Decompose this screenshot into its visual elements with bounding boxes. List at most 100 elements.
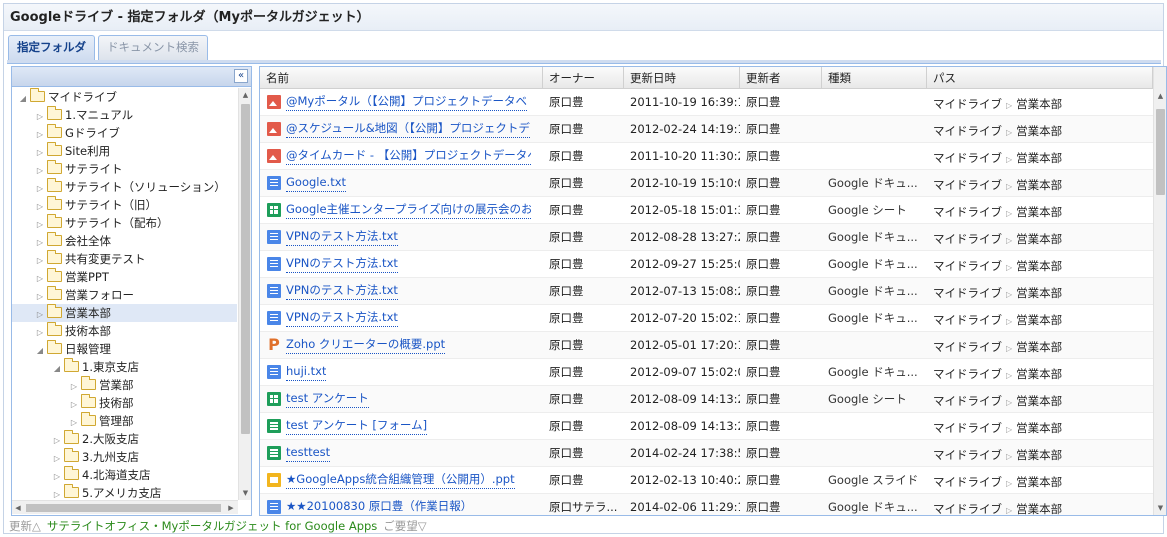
file-link[interactable]: testtest bbox=[286, 443, 331, 462]
scroll-left-arrow-icon[interactable]: ◀ bbox=[12, 501, 24, 515]
tab-folder[interactable]: 指定フォルダ bbox=[8, 35, 95, 60]
column-header-kind[interactable]: 種類 bbox=[822, 67, 927, 89]
path-folder[interactable]: 営業本部 bbox=[1016, 151, 1062, 165]
tree-hscroll-thumb[interactable] bbox=[26, 504, 221, 512]
tab-document-search[interactable]: ドキュメント検索 bbox=[98, 35, 208, 60]
tree-item[interactable]: ▷ 技術本部 bbox=[12, 322, 237, 340]
path-folder[interactable]: 営業本部 bbox=[1016, 502, 1062, 515]
path-folder[interactable]: 営業本部 bbox=[1016, 97, 1062, 111]
tree-scroll-thumb[interactable] bbox=[241, 104, 250, 434]
file-link[interactable]: huji.txt bbox=[286, 362, 327, 381]
table-row[interactable]: VPNのテスト方法.txt 原口豊 2012-09-27 15:25:08 原口豊 Go… bbox=[260, 251, 1153, 278]
file-link[interactable]: VPNのテスト方法.txt bbox=[286, 281, 398, 300]
path-folder[interactable]: 営業本部 bbox=[1016, 178, 1062, 192]
path-root[interactable]: マイドライブ bbox=[933, 124, 1002, 138]
table-row[interactable]: test アンケート 原口豊 2012-08-09 14:13:23 原口豊 Googl… bbox=[260, 386, 1153, 413]
path-root[interactable]: マイドライブ bbox=[933, 313, 1002, 327]
file-link[interactable]: Google.txt bbox=[286, 173, 347, 192]
path-folder[interactable]: 営業本部 bbox=[1016, 286, 1062, 300]
path-root[interactable]: マイドライブ bbox=[933, 502, 1002, 515]
table-row[interactable]: VPNのテスト方法.txt 原口豊 2012-07-13 15:08:29 原口豊 Go… bbox=[260, 278, 1153, 305]
file-link[interactable]: Google主催エンタープライズ向けの展示会のお bbox=[286, 200, 531, 219]
scroll-down-arrow-icon[interactable]: ▼ bbox=[239, 486, 251, 500]
tree-item[interactable]: ◢ マイドライブ bbox=[12, 88, 237, 106]
collapsed-arrow-icon[interactable]: ▷ bbox=[52, 486, 62, 500]
tree-item[interactable]: ▷ 営業本部 bbox=[12, 304, 237, 322]
path-folder[interactable]: 営業本部 bbox=[1016, 232, 1062, 246]
path-folder[interactable]: 営業本部 bbox=[1016, 313, 1062, 327]
path-folder[interactable]: 営業本部 bbox=[1016, 475, 1062, 489]
table-row[interactable]: @タイムカード - 【公開】プロジェクトデータベ 原口豊 2011-10-20 11… bbox=[260, 143, 1153, 170]
table-row[interactable]: @Myポータル（【公開】プロジェクトデータベ 原口豊 2011-10-19 16:3… bbox=[260, 89, 1153, 116]
table-row[interactable]: testtest 原口豊 2014-02-24 17:38:54 原口豊 マイドライブ ▷… bbox=[260, 440, 1153, 467]
table-row[interactable]: VPNのテスト方法.txt 原口豊 2012-08-28 13:27:23 原口豊 Go… bbox=[260, 224, 1153, 251]
tree-item[interactable]: ▷ 管理部 bbox=[12, 412, 237, 430]
file-link[interactable]: test アンケート bbox=[286, 389, 369, 408]
file-link[interactable]: ★★20100830 原口豊（作業日報） bbox=[286, 497, 472, 515]
tree-item[interactable]: ▷ 共有変更テスト bbox=[12, 250, 237, 268]
table-row[interactable]: huji.txt 原口豊 2012-09-07 15:02:08 原口豊 Google … bbox=[260, 359, 1153, 386]
path-folder[interactable]: 営業本部 bbox=[1016, 340, 1062, 354]
tree-vertical-scrollbar[interactable]: ▲ ▼ bbox=[238, 88, 251, 500]
path-root[interactable]: マイドライブ bbox=[933, 448, 1002, 462]
table-row[interactable]: test アンケート [フォーム] 原口豊 2012-08-09 14:13:23 原… bbox=[260, 413, 1153, 440]
tree-item[interactable]: ▷ 営業部 bbox=[12, 376, 237, 394]
tree-item[interactable]: ▷ 3.九州支店 bbox=[12, 448, 237, 466]
tree-item[interactable]: ▷ サテライト bbox=[12, 160, 237, 178]
path-root[interactable]: マイドライブ bbox=[933, 367, 1002, 381]
tree-item[interactable]: ◢ 日報管理 bbox=[12, 340, 237, 358]
table-row[interactable]: Google.txt 原口豊 2012-10-19 15:10:09 原口豊 Googl… bbox=[260, 170, 1153, 197]
tree-horizontal-scrollbar[interactable]: ◀ ▶ bbox=[12, 500, 238, 514]
tree-item[interactable]: ▷ 技術部 bbox=[12, 394, 237, 412]
tree-item[interactable]: ◢ 1.東京支店 bbox=[12, 358, 237, 376]
grid-scroll-thumb[interactable] bbox=[1156, 109, 1165, 195]
file-link[interactable]: VPNのテスト方法.txt bbox=[286, 227, 398, 246]
path-root[interactable]: マイドライブ bbox=[933, 232, 1002, 246]
column-header-updated[interactable]: 更新日時 bbox=[624, 67, 740, 89]
path-root[interactable]: マイドライブ bbox=[933, 475, 1002, 489]
path-folder[interactable]: 営業本部 bbox=[1016, 394, 1062, 408]
path-root[interactable]: マイドライブ bbox=[933, 394, 1002, 408]
file-link[interactable]: @スケジュール&地図（【公開】プロジェクトデ bbox=[286, 119, 530, 138]
tree-item[interactable]: ▷ 会社全体 bbox=[12, 232, 237, 250]
path-root[interactable]: マイドライブ bbox=[933, 205, 1002, 219]
path-folder[interactable]: 営業本部 bbox=[1016, 367, 1062, 381]
tree-item[interactable]: ▷ 営業PPT bbox=[12, 268, 237, 286]
scroll-up-arrow-icon[interactable]: ▲ bbox=[239, 88, 251, 102]
path-root[interactable]: マイドライブ bbox=[933, 286, 1002, 300]
file-link[interactable]: Zoho クリエーターの概要.ppt bbox=[286, 335, 446, 354]
table-row[interactable]: ★★20100830 原口豊（作業日報） 原口サテラ... 2014-02-06 1… bbox=[260, 494, 1153, 515]
scroll-up-arrow-icon[interactable]: ▲ bbox=[1154, 89, 1166, 103]
satellite-office-link[interactable]: サテライトオフィス・Myポータルガジェット for Google Apps bbox=[47, 519, 377, 533]
file-link[interactable]: VPNのテスト方法.txt bbox=[286, 254, 398, 273]
tree-item[interactable]: ▷ 4.北海道支店 bbox=[12, 466, 237, 484]
tree-item[interactable]: ▷ Gドライブ bbox=[12, 124, 237, 142]
path-root[interactable]: マイドライブ bbox=[933, 178, 1002, 192]
tree-item[interactable]: ▷ サテライト（旧） bbox=[12, 196, 237, 214]
tree-item[interactable]: ▷ サテライト（ソリューション） bbox=[12, 178, 237, 196]
tree-item[interactable]: ▷ 2.大阪支店 bbox=[12, 430, 237, 448]
path-root[interactable]: マイドライブ bbox=[933, 97, 1002, 111]
path-folder[interactable]: 営業本部 bbox=[1016, 421, 1062, 435]
column-header-path[interactable]: パス bbox=[927, 67, 1153, 89]
collapse-panel-button[interactable]: « bbox=[234, 69, 248, 83]
tree-item[interactable]: ▷ 1.マニュアル bbox=[12, 106, 237, 124]
column-header-updater[interactable]: 更新者 bbox=[740, 67, 822, 89]
table-row[interactable]: P Zoho クリエーターの概要.ppt 原口豊 2012-05-01 17:20:1… bbox=[260, 332, 1153, 359]
refresh-link[interactable]: 更新△ bbox=[9, 519, 41, 533]
path-root[interactable]: マイドライブ bbox=[933, 421, 1002, 435]
table-row[interactable]: VPNのテスト方法.txt 原口豊 2012-07-20 15:02:17 原口豊 Go… bbox=[260, 305, 1153, 332]
file-link[interactable]: ★GoogleApps統合組織管理（公開用）.ppt bbox=[286, 470, 515, 489]
request-link[interactable]: ご要望▽ bbox=[383, 519, 426, 533]
file-link[interactable]: test アンケート [フォーム] bbox=[286, 416, 428, 435]
grid-vertical-scrollbar[interactable]: ▲ ▼ bbox=[1153, 67, 1166, 515]
table-row[interactable]: Google主催エンタープライズ向けの展示会のお 原口豊 2012-05-18 15… bbox=[260, 197, 1153, 224]
table-row[interactable]: @スケジュール&地図（【公開】プロジェクトデ 原口豊 2012-02-24 14:1… bbox=[260, 116, 1153, 143]
file-link[interactable]: @タイムカード - 【公開】プロジェクトデータベ bbox=[286, 146, 531, 165]
tree-item[interactable]: ▷ 営業フォロー bbox=[12, 286, 237, 304]
path-folder[interactable]: 営業本部 bbox=[1016, 205, 1062, 219]
path-root[interactable]: マイドライブ bbox=[933, 151, 1002, 165]
tree-item[interactable]: ▷ 5.アメリカ支店 bbox=[12, 484, 237, 500]
path-folder[interactable]: 営業本部 bbox=[1016, 124, 1062, 138]
tree-item[interactable]: ▷ サテライト（配布） bbox=[12, 214, 237, 232]
